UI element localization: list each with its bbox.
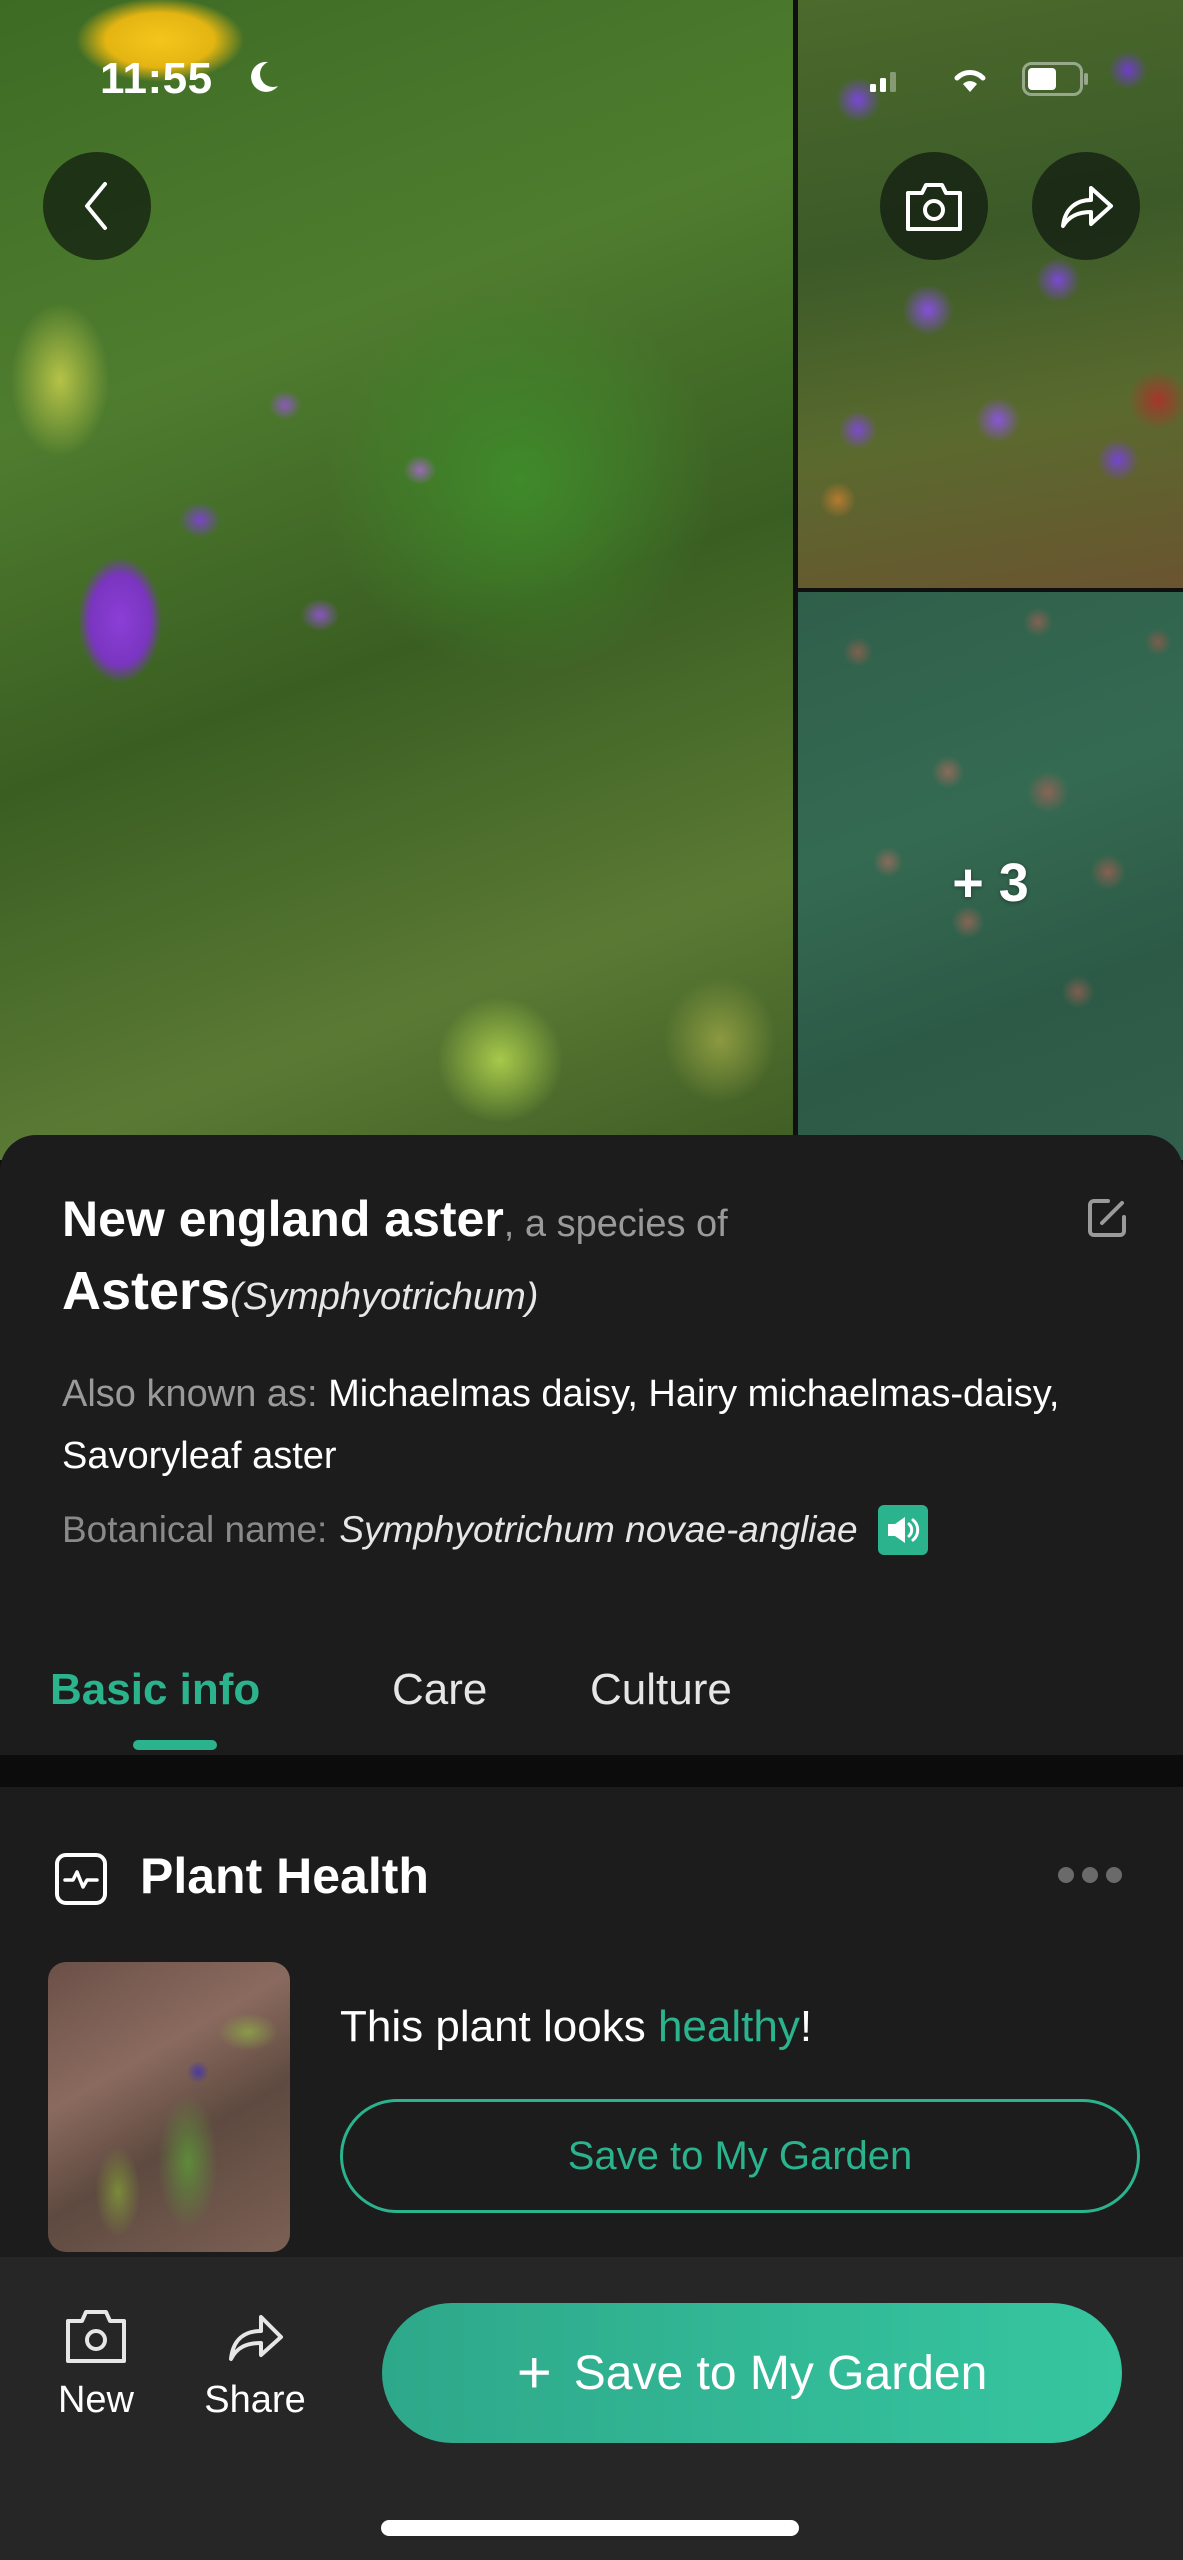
species-of-text: , a species of [503, 1203, 728, 1245]
camera-icon [906, 183, 962, 231]
more-photos-tile[interactable]: + 3 [798, 592, 1183, 1160]
camera-button[interactable] [880, 152, 988, 260]
wifi-icon [954, 70, 986, 92]
info-tabs: Basic info Care Culture [0, 1635, 1183, 1755]
status-bar: 11:55 [0, 0, 1183, 150]
section-divider [0, 1755, 1183, 1787]
photo-gallery: + 3 [0, 0, 1183, 1160]
plant-health-card: Plant Health This plant looks healthy! S… [0, 1787, 1183, 2257]
health-pulse-icon [55, 1853, 107, 1905]
health-photo-thumbnail[interactable] [48, 1962, 290, 2252]
health-status-message: This plant looks healthy! [340, 2002, 812, 2052]
new-label: New [57, 2379, 135, 2421]
botanical-name-row: Botanical name: Symphyotrichum novae-ang… [62, 1505, 928, 1555]
plant-info-sheet: New england aster, a species of Asters(S… [0, 1135, 1183, 1785]
home-indicator[interactable] [381, 2520, 799, 2536]
botanical-name-label: Botanical name: [62, 1509, 328, 1550]
tab-basic-info[interactable]: Basic info [50, 1665, 260, 1715]
share-icon [1061, 186, 1113, 228]
camera-icon [66, 2310, 126, 2363]
save-to-garden-outline-button[interactable]: Save to My Garden [340, 2099, 1140, 2213]
more-options-icon[interactable] [1058, 1867, 1124, 1887]
moon-icon [251, 61, 278, 92]
back-button[interactable] [43, 152, 151, 260]
plant-title: New england aster, a species of [62, 1190, 1062, 1248]
tab-care[interactable]: Care [392, 1665, 487, 1715]
share-button[interactable] [1032, 152, 1140, 260]
also-known-as: Also known as: Michaelmas daisy, Hairy m… [62, 1363, 1062, 1487]
health-status: healthy [657, 2002, 800, 2051]
save-to-garden-label: Save to My Garden [573, 2346, 988, 2400]
signal-icon [870, 72, 896, 92]
active-tab-indicator [133, 1740, 217, 1750]
save-to-garden-button[interactable]: + Save to My Garden [382, 2303, 1122, 2443]
bottom-action-bar: New Share + Save to My Garden [0, 2257, 1183, 2560]
status-time: 11:55 [100, 54, 213, 103]
botanical-name-value: Symphyotrichum novae-angliae [339, 1509, 858, 1550]
pronunciation-button[interactable] [877, 1505, 928, 1555]
chevron-left-icon [85, 182, 107, 230]
health-message-prefix: This plant looks [340, 2002, 658, 2051]
plus-icon: + [516, 2339, 552, 2406]
speaker-icon [887, 1517, 919, 1543]
common-name: New england aster [62, 1191, 504, 1247]
genus-name[interactable]: Asters [62, 1261, 230, 1321]
share-icon [229, 2315, 283, 2361]
tab-culture[interactable]: Culture [590, 1665, 732, 1715]
plant-health-title: Plant Health [140, 1848, 429, 1904]
share-label: Share [204, 2379, 306, 2421]
health-message-suffix: ! [799, 2002, 813, 2051]
edit-icon[interactable] [1086, 1197, 1128, 1239]
new-scan-button[interactable]: New [50, 2307, 142, 2422]
battery-icon [1022, 62, 1088, 96]
also-known-as-label: Also known as: [62, 1373, 329, 1415]
more-photos-count: + 3 [952, 853, 1029, 913]
genus-scientific-name: (Symphyotrichum) [230, 1276, 539, 1318]
genus-line: Asters(Symphyotrichum) [62, 1260, 538, 1322]
share-action-button[interactable]: Share [195, 2307, 315, 2422]
